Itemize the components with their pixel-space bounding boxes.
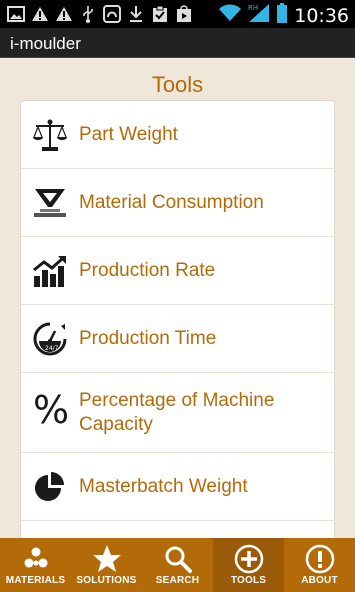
balance-scale-icon: [31, 116, 69, 154]
tool-label: Percentage of Machine Capacity: [79, 390, 275, 435]
battery-icon: [276, 3, 288, 28]
rising-chart-icon: [31, 252, 69, 290]
notification-icons: [6, 4, 194, 24]
hopper-icon: [31, 184, 69, 222]
app-icon: [102, 4, 122, 24]
status-bar: RH 10:36: [0, 0, 355, 28]
nav-label: TOOLS: [230, 575, 267, 586]
plus-circle-icon: [213, 544, 284, 574]
percent-icon: %: [31, 391, 69, 429]
nav-label: MATERIALS: [5, 575, 66, 586]
usb-icon: [78, 4, 98, 24]
clock: 10:36: [294, 4, 349, 27]
tool-label: Masterbatch Weight: [79, 476, 248, 497]
clipboard-icon: [150, 4, 170, 24]
bottom-navigation: MATERIALS SOLUTIONS SEARCH TOOLS ABOUT: [0, 538, 355, 592]
tool-label: Part Weight: [79, 124, 178, 145]
app-title: i-moulder: [10, 34, 81, 53]
download-icon: [126, 4, 146, 24]
tool-item-material-consumption[interactable]: Material Consumption: [21, 169, 334, 237]
tool-item-production-rate[interactable]: Production Rate: [21, 237, 334, 305]
play-store-icon: [174, 4, 194, 24]
action-bar: i-moulder: [0, 28, 355, 58]
tool-item-production-time[interactable]: 24/7 Production Time: [21, 305, 334, 373]
star-icon: [71, 544, 142, 574]
search-icon: [142, 544, 213, 574]
signal-icon: RH: [248, 3, 270, 28]
info-icon: [284, 544, 355, 574]
nav-search[interactable]: SEARCH: [142, 538, 213, 592]
wifi-icon: [218, 4, 242, 27]
nav-materials[interactable]: MATERIALS: [0, 538, 71, 592]
nav-about[interactable]: ABOUT: [284, 538, 355, 592]
system-icons: RH 10:36: [218, 3, 349, 28]
nav-tools[interactable]: TOOLS: [213, 538, 284, 592]
tool-label: Material Consumption: [79, 192, 264, 213]
page-title: Tools: [151, 72, 204, 97]
pie-chart-icon: [31, 468, 69, 506]
timer-icon: 24/7: [31, 320, 69, 358]
nav-label: SEARCH: [155, 575, 200, 586]
tool-item-machine-capacity[interactable]: % Percentage of Machine Capacity: [21, 373, 334, 453]
main-content: Tools Part Weight Material Consumption P…: [0, 58, 355, 538]
nav-label: ABOUT: [301, 575, 338, 586]
tool-label: Production Rate: [79, 260, 216, 281]
svg-text:24/7: 24/7: [45, 345, 59, 352]
warning-icon: [30, 4, 50, 24]
warning-icon: [54, 4, 74, 24]
nav-solutions[interactable]: SOLUTIONS: [71, 538, 142, 592]
tool-label: Production Time: [79, 328, 217, 349]
tool-item-more[interactable]: [21, 521, 334, 538]
tool-item-part-weight[interactable]: Part Weight: [21, 101, 334, 169]
nav-label: SOLUTIONS: [76, 575, 137, 586]
pellets-icon: [0, 544, 71, 574]
svg-text:RH: RH: [248, 4, 258, 12]
image-icon: [6, 4, 26, 24]
tools-list: Part Weight Material Consumption Product…: [20, 100, 335, 538]
tool-item-masterbatch-weight[interactable]: Masterbatch Weight: [21, 453, 334, 521]
svg-text:%: %: [33, 391, 68, 429]
